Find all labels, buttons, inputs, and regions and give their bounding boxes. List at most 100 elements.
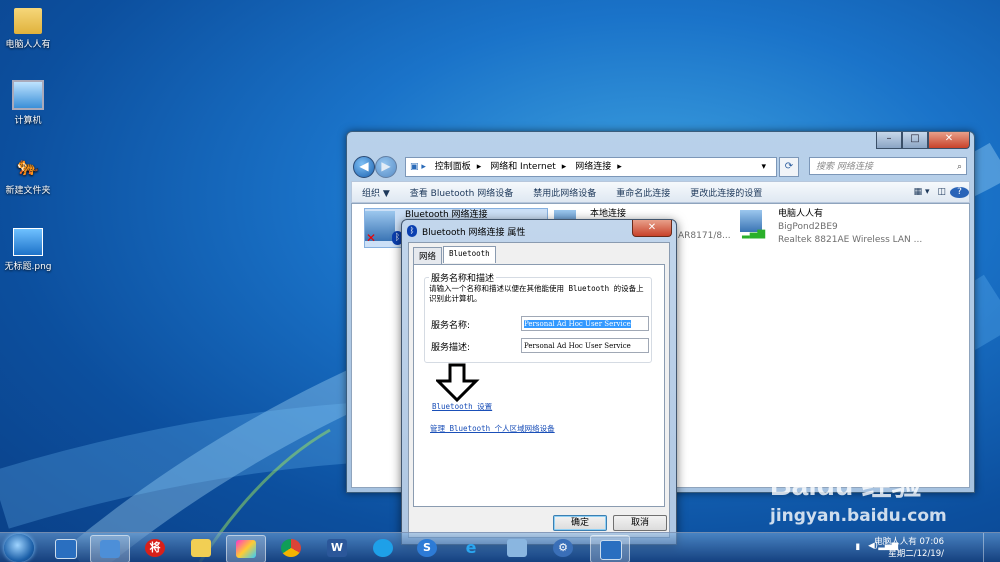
user-folder-icon — [14, 8, 42, 34]
view-bluetooth-devices-button[interactable]: 查看 Bluetooth 网络设备 — [400, 186, 523, 199]
service-description-label: 服务描述: — [431, 343, 471, 353]
bluetooth-properties-dialog: ᛒ Bluetooth 网络连接 属性 ✕ 网络 Bluetooth 服务名称和… — [401, 219, 677, 545]
change-settings-button[interactable]: 更改此连接的设置 — [680, 186, 772, 199]
desktop-icon-computer[interactable]: 计算机 — [0, 80, 56, 126]
address-row: ◀ ▶ ▣ ▸ 控制面板 ▸ 网络和 Internet ▸ 网络连接 ▸ ▾ ⟳ 搜索… — [351, 154, 970, 178]
ie-icon: e — [465, 538, 477, 557]
disabled-x-icon: ✕ — [366, 231, 377, 245]
taskbar-browser[interactable] — [364, 535, 402, 561]
taskbar-paint[interactable] — [226, 535, 266, 562]
start-button[interactable] — [4, 534, 34, 562]
computer-icon — [12, 80, 44, 110]
tab-network[interactable]: 网络 — [413, 247, 443, 264]
dialog-title: Bluetooth 网络连接 属性 — [422, 228, 526, 238]
address-bar[interactable]: ▣ ▸ 控制面板 ▸ 网络和 Internet ▸ 网络连接 ▸ ▾ — [405, 157, 777, 177]
folder-icon — [191, 539, 211, 557]
dialog-body: 网络 Bluetooth 服务名称和描述 请输入一个名称和描述以便在其他能使用 … — [408, 242, 670, 538]
search-input[interactable]: 搜索 网络连接 ⌕ — [809, 157, 967, 175]
refresh-button[interactable]: ⟳ — [779, 157, 799, 177]
disable-device-button[interactable]: 禁用此网络设备 — [523, 186, 606, 199]
bluetooth-network-icon: ✕ ᛒ — [365, 211, 403, 245]
connection-name: 电脑人人有 — [778, 209, 824, 219]
window-controls: – □ ✕ — [876, 132, 970, 149]
taskbar-word[interactable]: W — [318, 535, 356, 561]
taskbar: 将 W S e ⚙ ▮ ◀) ▂▄▆ 电脑人人有 07:06 星期二/12/19… — [0, 532, 1000, 562]
dialog-close-button[interactable]: ✕ — [632, 220, 672, 237]
watermark-url: jingyan.baidu.com — [770, 506, 947, 526]
desktop-icon-label: 无标题.png — [4, 262, 52, 272]
breadcrumb-item[interactable]: 网络和 Internet — [490, 162, 556, 172]
service-name-input[interactable]: Personal Ad Hoc User Service — [521, 316, 649, 331]
browser-icon — [373, 539, 393, 557]
minimize-button[interactable]: – — [876, 132, 902, 149]
clock[interactable]: 电脑人人有 07:06 星期二/12/19/ — [874, 536, 944, 560]
baidu-watermark: Baidu 经验 jingyan.baidu.com — [770, 460, 947, 526]
preview-pane-icon[interactable]: ◫ — [933, 187, 950, 197]
down-arrow-annotation — [436, 363, 480, 403]
breadcrumb-separator-icon: ▸ — [617, 162, 622, 172]
taskbar-chrome[interactable] — [272, 535, 310, 561]
connection-adapter: Realtek 8821AE Wireless LAN ... — [778, 235, 923, 245]
taskbar-monitor[interactable] — [590, 535, 630, 562]
explorer-icon — [507, 539, 527, 557]
taskbar-network-connections[interactable] — [90, 535, 130, 562]
breadcrumb-item[interactable]: 网络连接 — [575, 162, 611, 172]
breadcrumb-item[interactable]: 控制面板 — [435, 162, 471, 172]
taskbar-bluetooth-app[interactable]: ⚙ — [544, 535, 582, 561]
wireless-network-icon: ▂▄▆ — [740, 210, 765, 239]
view-options-icon[interactable]: ▦ ▾ — [910, 187, 934, 197]
watermark-brand: Baidu 经验 — [770, 469, 922, 502]
service-description-input[interactable]: Personal Ad Hoc User Service — [521, 338, 649, 353]
taskbar-computer[interactable] — [46, 535, 84, 561]
rename-connection-button[interactable]: 重命名此连接 — [606, 186, 680, 199]
taskbar-jiang[interactable]: 将 — [136, 535, 174, 561]
monitor-icon — [55, 539, 77, 559]
bluetooth-tab-pane: 服务名称和描述 请输入一个名称和描述以便在其他能使用 Bluetooth 的设备… — [413, 264, 665, 507]
search-icon[interactable]: ⌕ — [957, 158, 962, 176]
group-title: 服务名称和描述 — [429, 271, 497, 284]
connection-ssid: BigPond2BE9 — [778, 222, 838, 232]
tiger-folder-icon: 🐅 — [16, 156, 40, 177]
ok-button[interactable]: 确定 — [553, 515, 607, 531]
help-icon[interactable]: ? — [950, 186, 969, 198]
breadcrumb-separator-icon: ▸ — [561, 162, 567, 172]
taskbar-sogou[interactable]: S — [408, 535, 446, 561]
taskbar-folder[interactable] — [182, 535, 220, 561]
close-button[interactable]: ✕ — [928, 132, 970, 149]
bluetooth-title-icon: ᛒ — [407, 225, 417, 237]
sogou-icon: S — [417, 539, 437, 557]
tab-bluetooth[interactable]: Bluetooth — [443, 246, 496, 263]
show-desktop-button[interactable] — [983, 533, 994, 562]
signal-bars-icon: ▂▄▆ — [742, 228, 766, 239]
maximize-button[interactable]: □ — [902, 132, 928, 149]
jiang-icon: 将 — [145, 539, 165, 557]
word-icon: W — [327, 539, 347, 557]
clock-line2: 星期二/12/19/ — [888, 549, 944, 559]
address-dropdown-icon[interactable]: ▾ — [761, 158, 766, 176]
gear-icon: ⚙ — [553, 539, 573, 557]
desktop-icon-label: 电脑人人有 — [5, 40, 51, 50]
tab-strip: 网络 Bluetooth — [413, 246, 497, 264]
organize-menu[interactable]: 组织 ▼ — [352, 186, 400, 199]
connection-adapter: AR8171/8... — [678, 231, 731, 241]
desktop-icon-new-folder[interactable]: 🐅 新建文件夹 — [0, 154, 56, 196]
command-bar: 组织 ▼ 查看 Bluetooth 网络设备 禁用此网络设备 重命名此连接 更改… — [351, 181, 970, 203]
tray-usb-icon[interactable]: ▮ — [855, 542, 860, 552]
desktop-icon-image-file[interactable]: 无标题.png — [0, 228, 56, 272]
cancel-button[interactable]: 取消 — [613, 515, 667, 531]
paint-icon — [236, 540, 256, 558]
forward-button[interactable]: ▶ — [375, 156, 397, 178]
taskbar-ie[interactable]: e — [452, 535, 490, 561]
back-button[interactable]: ◀ — [353, 156, 375, 178]
bluetooth-settings-link[interactable]: Bluetooth 设置 — [432, 401, 492, 412]
service-name-label: 服务名称: — [431, 321, 471, 331]
control-panel-icon — [100, 540, 120, 558]
connection-item-wireless[interactable]: ▂▄▆ 电脑人人有 BigPond2BE9 Realtek 8821AE Wir… — [740, 208, 960, 247]
control-panel-icon: ▣ ▸ — [410, 162, 426, 172]
search-placeholder: 搜索 网络连接 — [816, 162, 873, 172]
manage-pan-devices-link[interactable]: 管理 Bluetooth 个人区域网络设备 — [430, 423, 555, 434]
desktop-icon-label: 计算机 — [14, 116, 42, 126]
taskbar-explorer[interactable] — [498, 535, 536, 561]
desktop-icon-user-folder[interactable]: 电脑人人有 — [0, 8, 56, 50]
service-group: 服务名称和描述 请输入一个名称和描述以便在其他能使用 Bluetooth 的设备… — [424, 271, 652, 363]
